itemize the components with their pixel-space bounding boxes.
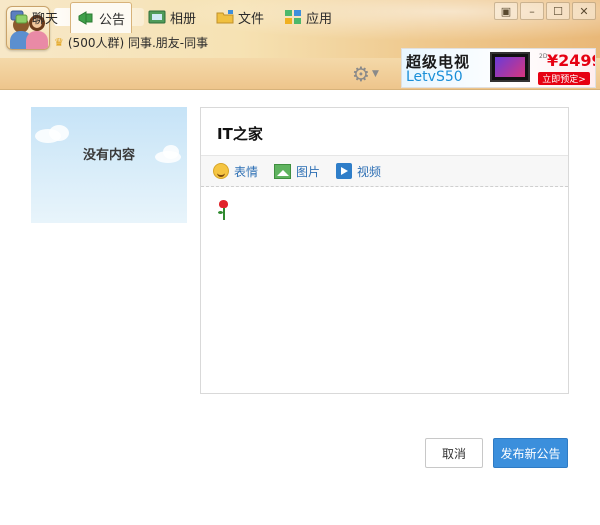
empty-state-text: 没有内容 — [83, 148, 136, 163]
cloud-decoration — [163, 145, 179, 159]
crown-icon: ♛ — [54, 36, 64, 49]
tab-label: 聊天 — [32, 11, 59, 27]
close-button[interactable]: ✕ — [572, 2, 596, 20]
avatar-person-2-body — [26, 31, 48, 49]
image-button[interactable]: 图片 — [274, 163, 320, 180]
group-info: ♛ (500人群) 同事.朋友-同事 — [54, 34, 208, 51]
megaphone-icon — [77, 10, 95, 26]
ad-model: LetvS50 — [406, 69, 463, 85]
tab-label: 应用 — [306, 11, 333, 27]
editor-toolbar: 表情 图片 视频 — [201, 155, 568, 187]
ad-preorder-button[interactable]: 立即预定> — [538, 72, 590, 85]
cancel-button[interactable]: 取消 — [425, 438, 483, 468]
ad-price: ¥2499 — [547, 51, 595, 70]
announcement-title[interactable]: IT之家 — [217, 123, 263, 144]
minimize-button[interactable]: – — [520, 2, 544, 20]
tab-label: 公告 — [99, 12, 126, 28]
emoji-button[interactable]: 表情 — [213, 163, 258, 180]
announcement-preview: 没有内容 — [31, 107, 187, 223]
tab-label: 文件 — [238, 11, 265, 27]
group-label: (500人群) 同事.朋友-同事 — [67, 36, 209, 50]
video-label: 视频 — [357, 164, 382, 179]
cloud-decoration — [49, 125, 69, 141]
video-button[interactable]: 视频 — [336, 163, 381, 180]
tab-chat[interactable]: 聊天 — [4, 2, 64, 32]
publish-announcement-button[interactable]: 发布新公告 — [493, 438, 568, 468]
tv-image — [490, 52, 530, 82]
apps-icon — [284, 9, 302, 25]
window-controls: ▣ – ☐ ✕ — [494, 2, 596, 20]
gear-icon: ⚙ — [352, 62, 370, 86]
tab-album[interactable]: 相册 — [142, 2, 202, 32]
chevron-down-icon: ▼ — [371, 69, 379, 79]
announcement-editor: IT之家 表情 图片 视频 — [200, 107, 569, 394]
image-label: 图片 — [296, 164, 321, 179]
settings-menu[interactable]: ⚙ ▼ — [352, 62, 379, 86]
folder-icon — [216, 9, 234, 25]
chat-icon — [10, 9, 28, 25]
tab-files[interactable]: 文件 — [210, 2, 270, 32]
image-icon — [274, 163, 292, 179]
skin-button[interactable]: ▣ — [494, 2, 518, 20]
maximize-button[interactable]: ☐ — [546, 2, 570, 20]
tab-label: 相册 — [170, 11, 197, 27]
tab-apps[interactable]: 应用 — [278, 2, 338, 32]
ad-banner[interactable]: 超级电视 LetvS50 2D ¥2499 立即预定> — [401, 48, 596, 88]
emoji-label: 表情 — [234, 164, 259, 179]
video-icon — [336, 163, 353, 179]
emoji-icon — [213, 163, 229, 179]
rose-icon — [217, 200, 229, 220]
tab-announcement[interactable]: 公告 — [70, 2, 133, 33]
album-icon — [148, 9, 166, 25]
